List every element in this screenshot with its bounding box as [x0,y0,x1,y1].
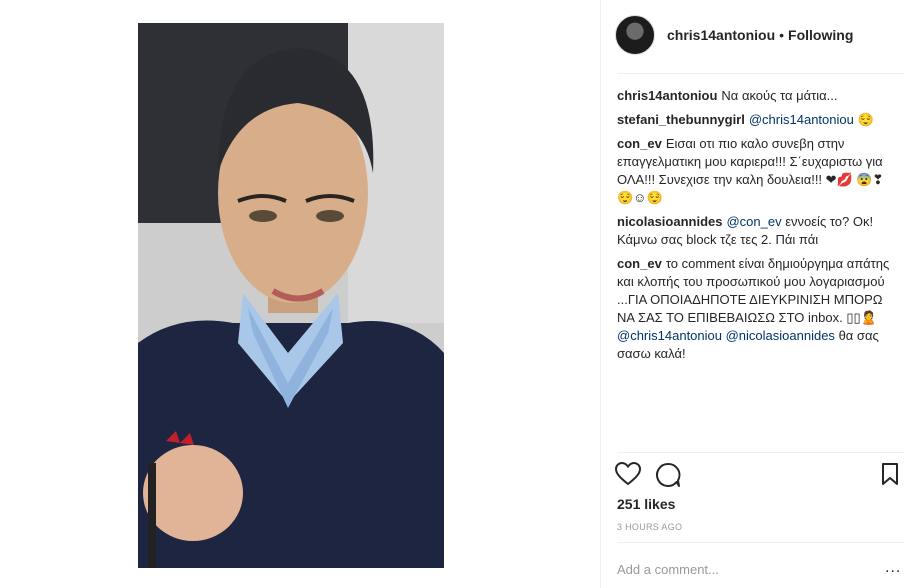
post-media-area [0,0,592,588]
comment-username[interactable]: stefani_thebunnygirl [617,112,745,127]
comment-mention[interactable]: @nicolasioannides [726,328,835,343]
more-options-button[interactable]: ... [885,560,901,576]
comment-mention[interactable]: @chris14antoniou [617,328,722,343]
comments-list: chris14antoniou Να ακούς τα μάτια... stef… [617,87,899,369]
actions-divider [617,452,904,453]
list-item: con_ev το comment είναι δημιούργημα απάτη… [617,255,899,363]
caption: chris14antoniou Να ακούς τα μάτια... [617,87,899,105]
header-username[interactable]: chris14antoniou [667,27,775,43]
following-button[interactable]: Following [788,27,853,43]
caption-username[interactable]: chris14antoniou [617,88,717,103]
likes-count[interactable]: 251 likes [617,496,675,512]
avatar[interactable] [615,15,655,55]
post-timestamp[interactable]: 3 HOURS AGO [617,522,682,532]
list-item: con_ev Εισαι οτι πιο καλο συνεβη στην επα… [617,135,899,207]
comment-mention[interactable]: @con_ev [726,214,781,229]
bookmark-icon[interactable] [881,462,899,491]
comment-mention[interactable]: @chris14antoniou [749,112,854,127]
comment-username[interactable]: nicolasioannides [617,214,722,229]
comment-icon[interactable] [655,462,681,493]
action-bar [614,461,901,493]
list-item: nicolasioannides @con_ev εννοείς το? Οκ! … [617,213,899,249]
header-divider [617,73,904,74]
list-item: stefani_thebunnygirl @chris14antoniou 😌 [617,111,899,129]
add-comment-input[interactable]: Add a comment... [617,562,719,577]
comment-input-divider [617,542,904,543]
caption-text: Να ακούς τα μάτια... [721,88,838,103]
post-side-panel: chris14antoniou • Following chris14anton… [600,0,904,588]
comment-username[interactable]: con_ev [617,136,662,151]
post-header: chris14antoniou • Following [615,14,853,56]
heart-icon[interactable] [614,461,642,491]
comment-username[interactable]: con_ev [617,256,662,271]
header-separator: • [779,27,785,43]
comment-text: 😌 [857,112,874,127]
post-photo[interactable] [138,23,444,568]
